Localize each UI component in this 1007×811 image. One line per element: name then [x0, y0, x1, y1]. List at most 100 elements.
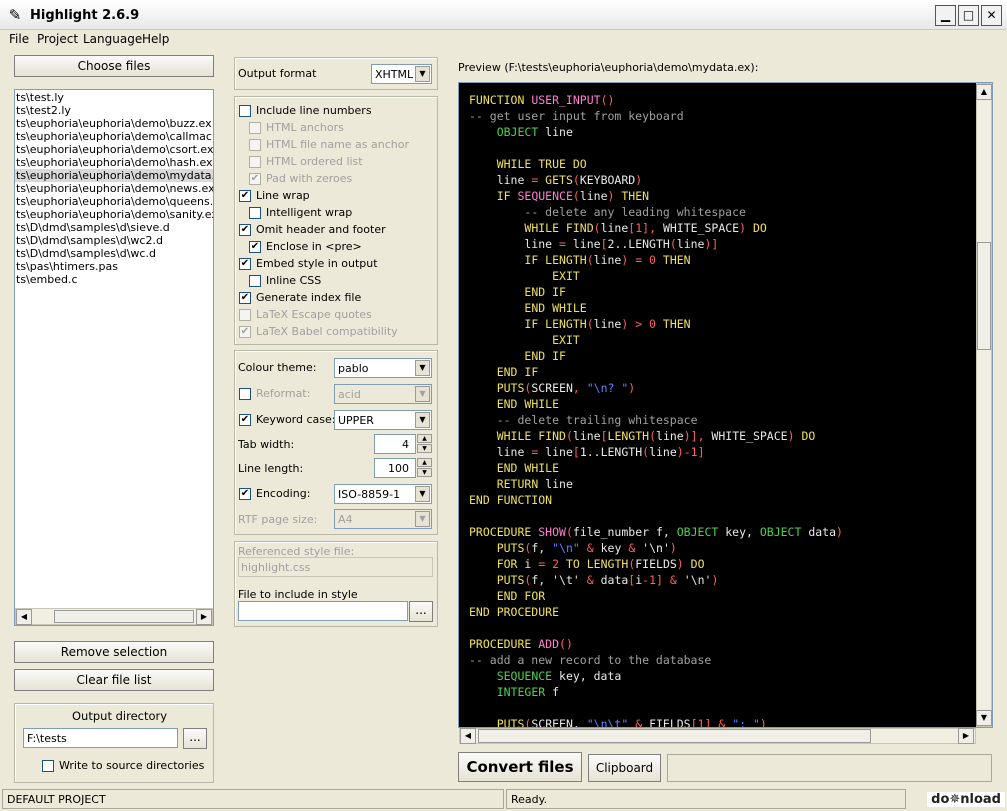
convert-files-button[interactable]: Convert files	[458, 752, 582, 782]
encoding-checkbox[interactable]: ✔	[239, 488, 251, 500]
keyword-case-checkbox[interactable]: ✔	[239, 414, 251, 426]
option-label: LaTeX Escape quotes	[256, 308, 372, 321]
maximize-button[interactable]: □	[958, 5, 979, 26]
code-line: INTEGER f	[496, 685, 560, 699]
preview-label: Preview (F:\tests\euphoria\euphoria\demo…	[458, 61, 759, 74]
output-format-select[interactable]: XHTML ▼	[371, 64, 432, 84]
output-format-value: XHTML	[375, 68, 414, 81]
option-checkbox[interactable]: ✔	[239, 292, 251, 304]
scroll-up-icon[interactable]: ▲	[976, 84, 992, 100]
clipboard-button[interactable]: Clipboard	[588, 754, 661, 782]
option-checkbox[interactable]	[239, 309, 251, 321]
option-checkbox[interactable]	[249, 275, 261, 287]
code-line: IF LENGTH(line) = 0 THEN	[524, 253, 691, 267]
scroll-left-icon[interactable]: ◀	[460, 728, 476, 744]
option-label: Line wrap	[256, 189, 310, 202]
file-list-item[interactable]: ts\euphoria\euphoria\demo\sanity.ex	[15, 208, 213, 221]
spin-down-icon[interactable]: ▼	[417, 468, 432, 477]
code-line: END FUNCTION	[469, 493, 553, 507]
tab-width-input[interactable]: 4	[374, 434, 416, 454]
file-list-item[interactable]: ts\test2.ly	[15, 104, 213, 117]
close-button[interactable]: ✕	[981, 5, 1002, 26]
scroll-right-icon[interactable]: ▶	[196, 609, 212, 625]
option-label: Embed style in output	[256, 257, 378, 270]
scroll-left-icon[interactable]: ◀	[16, 609, 32, 625]
referenced-style-input[interactable]: highlight.css	[238, 557, 433, 577]
file-list-item[interactable]: ts\euphoria\euphoria\demo\mydata.ex	[15, 169, 213, 182]
file-include-label: File to include in style	[238, 588, 358, 601]
file-list-item[interactable]: ts\euphoria\euphoria\demo\hash.ex	[15, 156, 213, 169]
choose-files-button[interactable]: Choose files	[14, 55, 214, 77]
scroll-right-icon[interactable]: ▶	[958, 728, 974, 744]
minimize-button[interactable]: ▁	[935, 5, 956, 26]
option-checkbox[interactable]: ✔	[239, 224, 251, 236]
scroll-thumb[interactable]	[54, 610, 194, 623]
file-list-item[interactable]: ts\D\dmd\samples\d\wc.d	[15, 247, 213, 260]
output-directory-label: Output directory	[72, 709, 168, 723]
code-line: END WHILE	[496, 461, 560, 475]
option-checkbox[interactable]	[249, 207, 261, 219]
option-checkbox[interactable]: ✔	[239, 190, 251, 202]
line-length-input[interactable]: 100	[374, 458, 416, 478]
option-checkbox[interactable]	[239, 105, 251, 117]
output-directory-input[interactable]: F:\tests	[23, 728, 178, 748]
clear-file-list-button[interactable]: Clear file list	[14, 669, 214, 691]
file-list[interactable]: ts\test.ly ts\test2.ly ts\euphoria\euphori…	[14, 89, 214, 626]
option-checkbox[interactable]: ✔	[249, 241, 261, 253]
option-checkbox[interactable]: ✔	[239, 258, 251, 270]
spin-up-icon[interactable]: ▲	[417, 458, 432, 467]
reformat-value: acid	[338, 388, 361, 401]
option-checkbox[interactable]: ✔	[239, 326, 251, 338]
scroll-down-icon[interactable]: ▼	[976, 710, 992, 726]
reformat-select[interactable]: acid ▼	[334, 384, 432, 404]
scroll-thumb[interactable]	[478, 729, 871, 743]
window-title: Highlight 2.6.9	[30, 8, 140, 23]
browse-output-button[interactable]: ...	[183, 728, 207, 749]
option-checkbox[interactable]	[249, 156, 261, 168]
option-checkbox[interactable]	[249, 122, 261, 134]
scroll-thumb[interactable]	[977, 242, 991, 350]
reformat-checkbox[interactable]	[239, 388, 251, 400]
code-line: END WHILE	[496, 397, 560, 411]
code-line: IF SEQUENCE(line) THEN	[496, 189, 650, 203]
menu-language[interactable]: Language	[83, 32, 142, 46]
option-checkbox[interactable]	[249, 139, 261, 151]
code-line: END IF	[524, 349, 566, 363]
write-to-source-checkbox[interactable]	[42, 760, 54, 772]
remove-selection-button[interactable]: Remove selection	[14, 641, 214, 663]
file-list-item[interactable]: ts\test.ly	[15, 91, 213, 104]
file-list-item[interactable]: ts\euphoria\euphoria\demo\buzz.ex	[15, 117, 213, 130]
output-directory-value: F:\tests	[27, 732, 67, 745]
code-line: PUTS(f, '\t' & data[i-1] & '\n')	[496, 573, 719, 587]
code-preview: FUNCTION USER_INPUT() -- get user input f…	[459, 83, 976, 727]
encoding-select[interactable]: ISO-8859-1 ▼	[334, 484, 432, 504]
menu-project[interactable]: Project	[37, 32, 78, 46]
preview-vscrollbar[interactable]	[976, 83, 992, 727]
menu-help[interactable]: Help	[142, 32, 169, 46]
file-list-item[interactable]: ts\embed.c	[15, 273, 213, 286]
option-label: Pad with zeroes	[266, 172, 353, 185]
menu-file[interactable]: File	[9, 32, 29, 46]
code-line: -- delete trailing whitespace	[496, 413, 698, 427]
spin-down-icon[interactable]: ▼	[417, 444, 432, 453]
file-list-item[interactable]: ts\euphoria\euphoria\demo\queens.ex	[15, 195, 213, 208]
browse-include-button[interactable]: ...	[409, 601, 433, 622]
option-label: LaTeX Babel compatibility	[256, 325, 398, 338]
file-list-item[interactable]: ts\D\dmd\samples\d\sieve.d	[15, 221, 213, 234]
spin-up-icon[interactable]: ▲	[417, 434, 432, 443]
file-list-item[interactable]: ts\euphoria\euphoria\demo\csort.ex	[15, 143, 213, 156]
code-line: EXIT	[552, 269, 580, 283]
keyword-case-select[interactable]: UPPER ▼	[334, 410, 432, 430]
code-line: PUTS(SCREEN, "\n? ")	[496, 381, 636, 395]
rtf-page-size-value: A4	[338, 513, 353, 526]
code-line: END PROCEDURE	[469, 605, 560, 619]
colour-theme-select[interactable]: pablo ▼	[334, 358, 432, 378]
file-list-item[interactable]: ts\pas\htimers.pas	[15, 260, 213, 273]
file-list-item[interactable]: ts\euphoria\euphoria\demo\callmach.ex	[15, 130, 213, 143]
file-list-item[interactable]: ts\D\dmd\samples\d\wc2.d	[15, 234, 213, 247]
rtf-page-size-select[interactable]: A4 ▼	[334, 509, 432, 529]
file-list-item[interactable]: ts\euphoria\euphoria\demo\news.exu	[15, 182, 213, 195]
option-checkbox[interactable]: ✔	[249, 173, 261, 185]
file-include-input[interactable]	[238, 601, 408, 621]
code-line: FUNCTION USER_INPUT()	[469, 93, 615, 107]
